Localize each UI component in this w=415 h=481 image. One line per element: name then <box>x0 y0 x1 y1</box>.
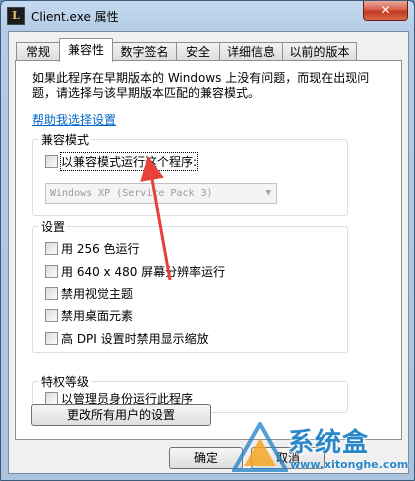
dialog-client: 常规 兼容性 数字签名 安全 详细信息 以前的版本 如果此程序在早期版本的 Wi… <box>8 31 409 474</box>
setting-desktop-composition-checkbox[interactable] <box>45 308 58 322</box>
intro-text: 如果此程序在早期版本的 Windows 上没有问题，而现在出现问题，请选择与该早… <box>32 71 370 100</box>
setting-640x480-row[interactable]: 用 640 x 480 屏幕分辨率运行 <box>45 263 225 279</box>
compat-mode-select-value: Windows XP (Service Pack 3) <box>50 188 213 199</box>
setting-dpi-scaling-row[interactable]: 高 DPI 设置时禁用显示缩放 <box>45 330 209 346</box>
setting-640x480-checkbox[interactable] <box>45 264 58 278</box>
help-link[interactable]: 帮助我选择设置 <box>32 111 116 128</box>
chevron-down-icon: ▼ <box>265 188 271 198</box>
tab-details[interactable]: 详细信息 <box>219 42 283 61</box>
settings-title: 设置 <box>39 218 68 235</box>
compat-mode-group: 兼容模式 以兼容模式运行这个程序: Windows XP (Service Pa… <box>32 131 348 216</box>
setting-256-colors-checkbox[interactable] <box>45 241 58 255</box>
tab-digital-signature[interactable]: 数字签名 <box>112 42 177 61</box>
compat-mode-select[interactable]: Windows XP (Service Pack 3) ▼ <box>45 183 277 204</box>
watermark-url: www.xitonghe.com <box>290 458 409 471</box>
settings-group: 设置 用 256 色运行 用 640 x 480 屏幕分辨率运行 禁用视觉主题 … <box>32 218 348 353</box>
setting-desktop-composition-label: 禁用桌面元素 <box>61 308 134 323</box>
watermark-logo-icon <box>232 422 288 472</box>
setting-visual-themes-checkbox[interactable] <box>45 286 58 300</box>
setting-visual-themes-row[interactable]: 禁用视觉主题 <box>45 285 133 301</box>
setting-256-colors-row[interactable]: 用 256 色运行 <box>45 240 140 256</box>
privilege-title: 特权等级 <box>39 373 92 390</box>
change-all-users-button[interactable]: 更改所有用户的设置 <box>31 404 211 426</box>
compatibility-panel: 如果此程序在早期版本的 Windows 上没有问题，而现在出现问题，请选择与该早… <box>15 60 402 440</box>
compat-mode-label: 以兼容模式运行这个程序: <box>59 151 199 171</box>
close-button[interactable]: ✕ <box>363 1 408 21</box>
setting-desktop-composition-row[interactable]: 禁用桌面元素 <box>45 307 133 323</box>
tab-security[interactable]: 安全 <box>176 42 220 61</box>
title-bar[interactable]: L Client.exe 属性 ✕ <box>1 1 414 31</box>
setting-visual-themes-label: 禁用视觉主题 <box>61 286 134 301</box>
setting-dpi-scaling-checkbox[interactable] <box>45 331 58 345</box>
setting-dpi-scaling-label: 高 DPI 设置时禁用显示缩放 <box>61 331 209 346</box>
tab-general[interactable]: 常规 <box>16 42 60 61</box>
window-title: Client.exe 属性 <box>31 10 119 24</box>
app-icon: L <box>7 7 25 25</box>
compat-mode-row[interactable]: 以兼容模式运行这个程序: <box>45 151 199 171</box>
properties-window: L Client.exe 属性 ✕ 常规 兼容性 数字签名 安全 详细信息 以前… <box>0 0 415 481</box>
run-as-admin-checkbox[interactable] <box>45 391 58 405</box>
compat-mode-checkbox[interactable] <box>45 154 58 168</box>
watermark: 系统盒 www.xitonghe.com <box>232 420 412 478</box>
setting-640x480-label: 用 640 x 480 屏幕分辨率运行 <box>61 264 226 279</box>
setting-256-colors-label: 用 256 色运行 <box>61 241 140 256</box>
watermark-name: 系统盒 <box>288 428 370 458</box>
compat-mode-title: 兼容模式 <box>39 131 92 148</box>
tab-compatibility[interactable]: 兼容性 <box>59 38 113 62</box>
tab-previous-versions[interactable]: 以前的版本 <box>282 42 357 61</box>
